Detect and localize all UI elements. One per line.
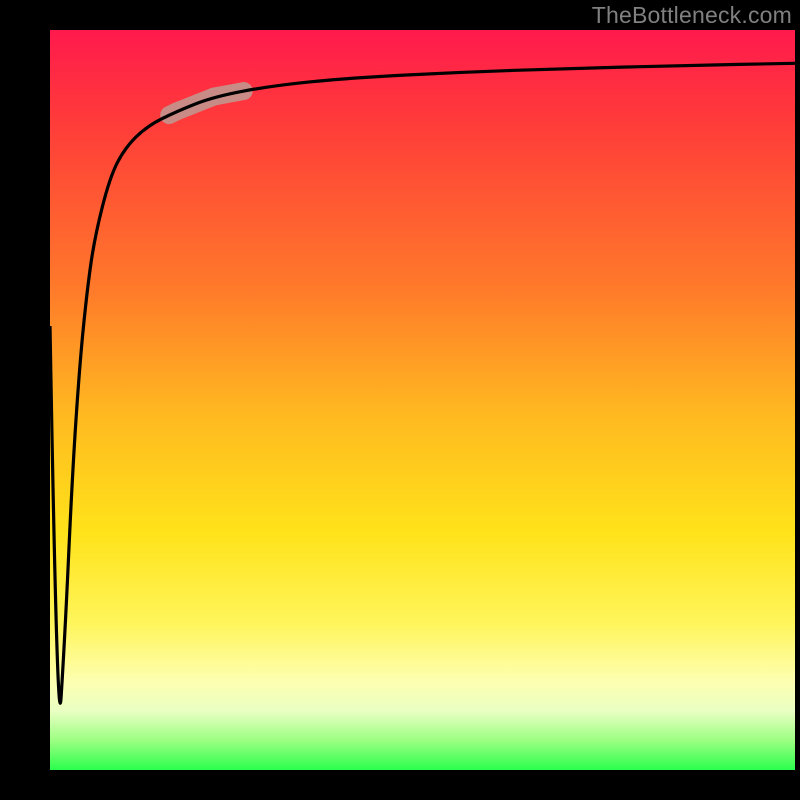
chart-frame: TheBottleneck.com: [0, 0, 800, 800]
bottleneck-curve-path: [50, 63, 795, 703]
plot-area: [50, 30, 795, 770]
watermark-text: TheBottleneck.com: [592, 2, 792, 29]
curve-layer: [50, 30, 795, 770]
